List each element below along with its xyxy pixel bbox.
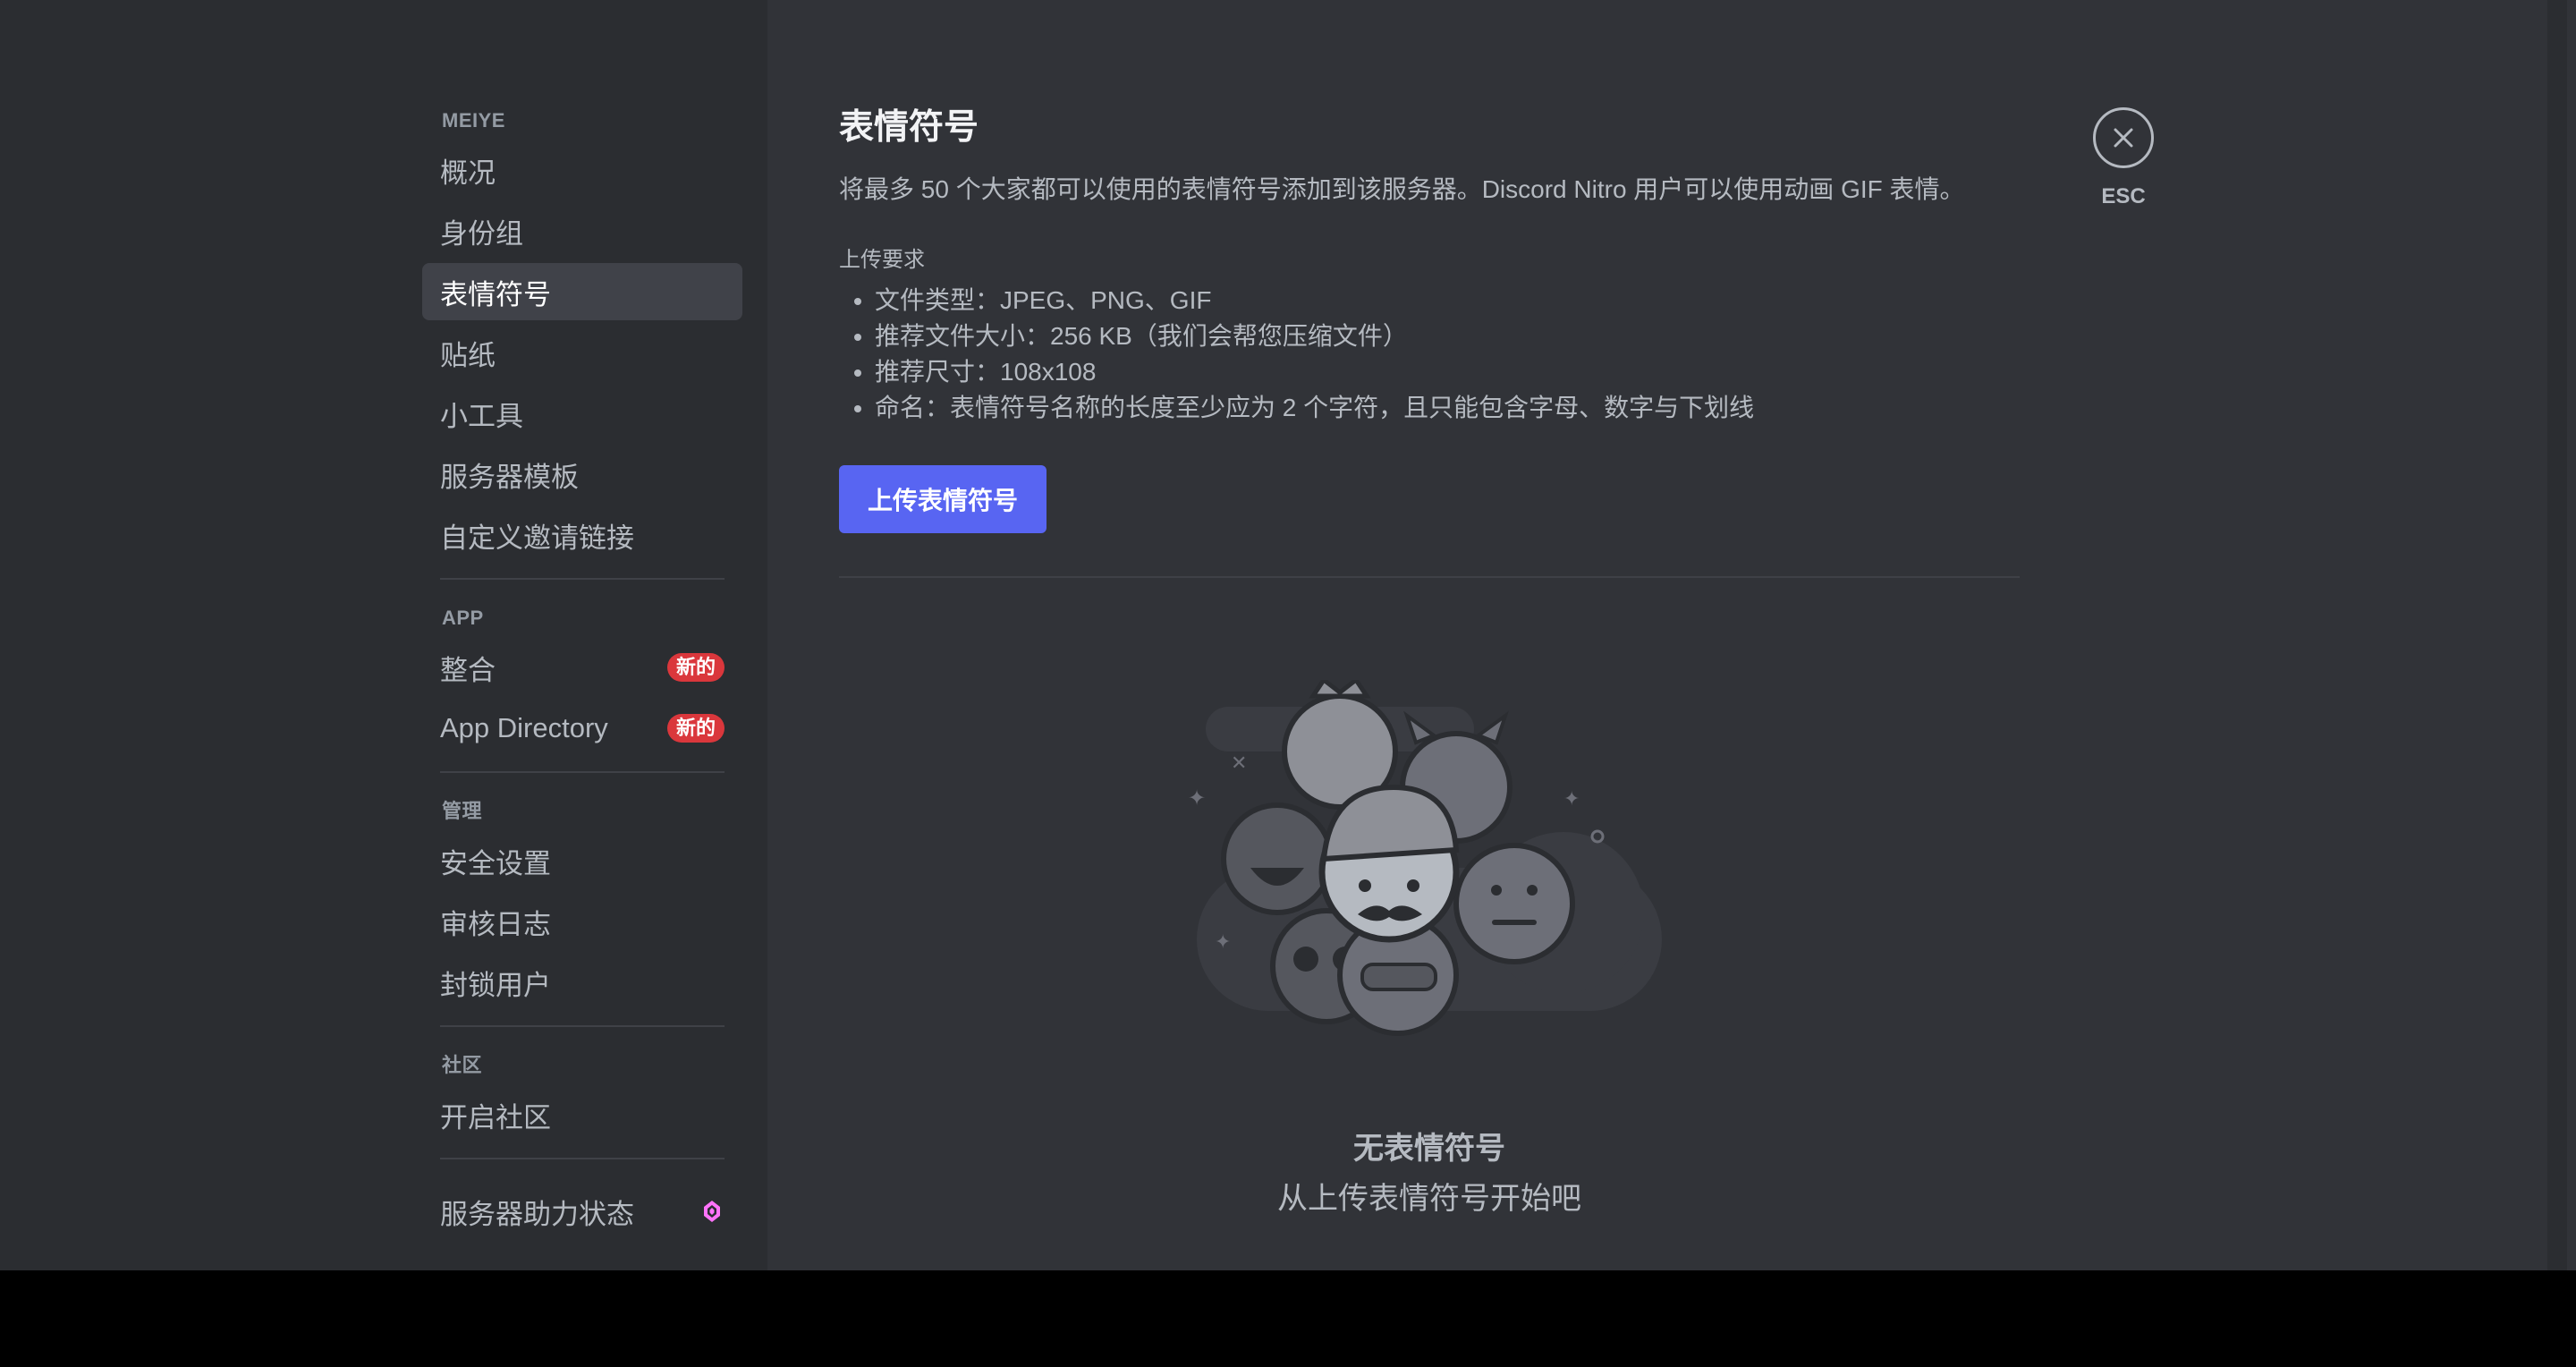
sidebar-item-label: 自定义邀请链接 bbox=[440, 522, 634, 554]
sidebar-header-server: MEIYE bbox=[442, 109, 505, 132]
sidebar-divider bbox=[440, 1025, 724, 1027]
sidebar-item-stickers[interactable]: 贴纸 bbox=[422, 324, 742, 381]
sidebar-item-label: 整合 bbox=[440, 654, 496, 686]
sidebar-item-server-template[interactable]: 服务器模板 bbox=[422, 446, 742, 503]
sidebar-item-widget[interactable]: 小工具 bbox=[422, 385, 742, 442]
scrollbar[interactable] bbox=[2547, 0, 2567, 1270]
sidebar-header-community: 社区 bbox=[442, 1054, 483, 1076]
sidebar-item-label: 概况 bbox=[440, 157, 496, 189]
content-divider bbox=[839, 576, 2020, 578]
settings-window: MEIYE 概况 身份组 表情符号 贴纸 小工具 服务器模板 自定义邀请链接 A… bbox=[0, 0, 2576, 1270]
sidebar-divider bbox=[440, 771, 724, 773]
sidebar-item-enable-community[interactable]: 开启社区 bbox=[422, 1086, 742, 1143]
sidebar-item-label: 安全设置 bbox=[440, 847, 551, 879]
sidebar-item-overview[interactable]: 概况 bbox=[422, 141, 742, 199]
sidebar-item-vanity-url[interactable]: 自定义邀请链接 bbox=[422, 506, 742, 564]
empty-state-subtitle: 从上传表情符号开始吧 bbox=[1277, 1182, 1581, 1216]
sidebar-item-label: App Directory bbox=[440, 712, 608, 743]
close-icon bbox=[2114, 128, 2133, 148]
sidebar-item-label: 审核日志 bbox=[440, 908, 551, 940]
page-title: 表情符号 bbox=[839, 108, 979, 147]
sidebar-header-app: APP bbox=[442, 607, 484, 629]
sidebar-item-app-directory[interactable]: App Directory 新的 bbox=[422, 700, 742, 757]
sidebar-item-emoji[interactable]: 表情符号 bbox=[422, 263, 742, 320]
svg-text:✦: ✦ bbox=[1563, 788, 1580, 811]
sidebar-header-manage: 管理 bbox=[442, 800, 483, 822]
upload-emoji-button[interactable]: 上传表情符号 bbox=[839, 465, 1046, 533]
sidebar-item-label: 开启社区 bbox=[440, 1101, 551, 1134]
settings-sidebar: MEIYE 概况 身份组 表情符号 贴纸 小工具 服务器模板 自定义邀请链接 A… bbox=[0, 0, 767, 1270]
sidebar-divider bbox=[440, 1158, 724, 1159]
svg-text:✦: ✦ bbox=[1188, 785, 1206, 811]
close-button[interactable] bbox=[2093, 107, 2154, 168]
sidebar-item-label: 服务器模板 bbox=[440, 461, 579, 493]
sidebar-item-label: 封锁用户 bbox=[440, 969, 551, 1001]
empty-emoji-illustration: ✦ ✦ ✦ ✕ bbox=[1188, 680, 1662, 1036]
svg-text:✦: ✦ bbox=[1215, 931, 1231, 954]
page-description: 将最多 50 个大家都可以使用的表情符号添加到该服务器。Discord Nitr… bbox=[839, 175, 1965, 203]
sidebar-item-bans[interactable]: 封锁用户 bbox=[422, 954, 742, 1011]
sidebar-item-safety-setup[interactable]: 安全设置 bbox=[422, 832, 742, 889]
new-badge: 新的 bbox=[666, 714, 724, 743]
list-item: 推荐文件大小：256 KB（我们会帮您压缩文件） bbox=[875, 318, 2020, 354]
sidebar-item-boost-status[interactable]: 服务器助力状态 bbox=[422, 1183, 742, 1240]
requirements-title: 上传要求 bbox=[839, 248, 925, 272]
bottom-black-bar bbox=[0, 1270, 2576, 1367]
sidebar-inner: MEIYE 概况 身份组 表情符号 贴纸 小工具 服务器模板 自定义邀请链接 A… bbox=[404, 0, 767, 1270]
close-settings: ESC bbox=[2089, 107, 2157, 209]
list-item: 推荐尺寸：108x108 bbox=[875, 354, 2020, 390]
empty-state-title: 无表情符号 bbox=[1353, 1132, 1505, 1166]
sidebar-item-label: 服务器助力状态 bbox=[440, 1198, 634, 1230]
sidebar-item-label: 表情符号 bbox=[440, 278, 551, 310]
sidebar-item-audit-log[interactable]: 审核日志 bbox=[422, 893, 742, 950]
content-region: 表情符号 将最多 50 个大家都可以使用的表情符号添加到该服务器。Discord… bbox=[767, 0, 2576, 1270]
svg-text:✕: ✕ bbox=[1231, 752, 1247, 775]
list-item: 文件类型：JPEG、PNG、GIF bbox=[875, 283, 2020, 318]
new-badge: 新的 bbox=[666, 653, 724, 682]
boost-gem-icon bbox=[699, 1199, 724, 1224]
sidebar-item-label: 小工具 bbox=[440, 400, 523, 432]
emoji-settings-panel: 表情符号 将最多 50 个大家都可以使用的表情符号添加到该服务器。Discord… bbox=[839, 106, 2020, 578]
esc-label: ESC bbox=[2101, 184, 2146, 208]
requirements-list: 文件类型：JPEG、PNG、GIF 推荐文件大小：256 KB（我们会帮您压缩文… bbox=[839, 283, 2020, 426]
sidebar-divider bbox=[440, 578, 724, 580]
sidebar-item-integrations[interactable]: 整合 新的 bbox=[422, 639, 742, 696]
sidebar-item-label: 贴纸 bbox=[440, 339, 496, 371]
sidebar-item-label: 身份组 bbox=[440, 217, 523, 250]
sidebar-item-roles[interactable]: 身份组 bbox=[422, 202, 742, 259]
list-item: 命名：表情符号名称的长度至少应为 2 个字符，且只能包含字母、数字与下划线 bbox=[875, 390, 2020, 426]
